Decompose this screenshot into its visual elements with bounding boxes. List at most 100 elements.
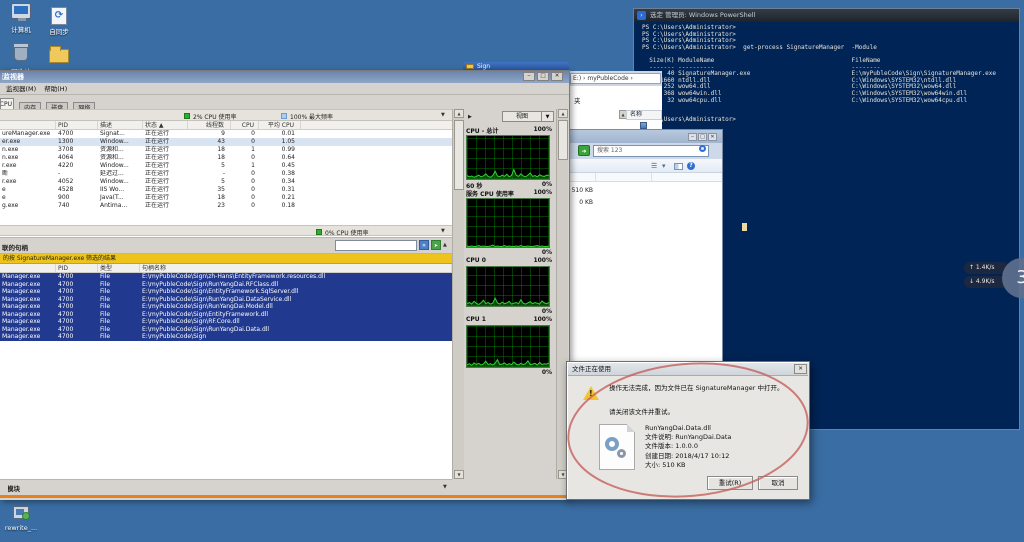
menu-help[interactable]: 帮助(H) <box>44 85 67 93</box>
table-row[interactable]: Manager.exe4700FileE:\myPubleCode\Sign\R… <box>0 296 452 304</box>
column-type[interactable]: 类型 <box>98 264 140 272</box>
search-magnifier-icon[interactable] <box>699 145 706 152</box>
column-description[interactable]: 描述 <box>98 121 143 129</box>
gear-icon <box>617 449 626 458</box>
table-row[interactable]: Manager.exe4700FileE:\myPubleCode\Sign <box>0 333 452 341</box>
modules-section-bar[interactable]: 关联的模块 ▼ <box>0 479 452 494</box>
column-status[interactable]: 状态 ▲ <box>143 121 188 129</box>
table-cell: 0 <box>231 194 259 202</box>
folder-icon <box>49 49 69 63</box>
name-column-header[interactable]: 名称 <box>626 110 662 120</box>
table-row[interactable]: Manager.exe4700FileE:\myPubleCode\Sign\R… <box>0 303 452 311</box>
services-section-bar[interactable]: 0% CPU 使用率 ▼ <box>0 225 452 236</box>
views-dropdown-icon[interactable]: ▼ <box>542 111 554 122</box>
process-section-bar[interactable]: 2% CPU 使用率 100% 最大频率 ▼ <box>0 109 452 121</box>
minimize-button[interactable]: ‒ <box>688 133 697 141</box>
table-row[interactable]: e4528IIS Wo...正在运行3500.31 <box>0 186 452 194</box>
table-row[interactable]: g.exe740Antima...正在运行2300.18 <box>0 202 452 210</box>
column-pid[interactable]: PID <box>56 264 98 272</box>
list-column-header[interactable] <box>559 173 722 182</box>
file-size-value: 510 KB <box>567 187 593 194</box>
file-in-use-dialog[interactable]: 文件正在使用 ✕ 操作无法完成，因为文件已在 SignatureManager … <box>566 361 810 500</box>
column-image[interactable] <box>0 264 56 272</box>
column-threads[interactable]: 线程数 <box>188 121 231 129</box>
go-button[interactable]: ➜ <box>578 145 590 156</box>
table-row[interactable]: ureManager.exe4700Signat...正在运行900.01 <box>0 130 452 138</box>
column-pid[interactable]: PID <box>56 121 98 129</box>
change-view-icon[interactable]: ☰ <box>651 162 657 170</box>
maximize-button[interactable]: □ <box>698 133 707 141</box>
desktop-icon-sync[interactable]: ⟳ 自同步 <box>40 3 78 36</box>
table-row[interactable]: Manager.exe4700FileE:\myPubleCode\Sign\R… <box>0 318 452 326</box>
table-row[interactable]: Manager.exe4700FileE:\myPubleCode\Sign\E… <box>0 311 452 319</box>
cancel-button[interactable]: 取消 <box>758 476 798 490</box>
table-cell: 4064 <box>56 154 98 162</box>
column-image[interactable] <box>0 121 56 129</box>
table-cell: Manager.exe <box>0 303 56 311</box>
column-handle-name[interactable]: 句柄名称 <box>140 264 452 272</box>
preview-pane-icon[interactable] <box>674 163 683 170</box>
table-row[interactable]: Manager.exe4700FileE:\myPubleCode\Sign\E… <box>0 288 452 296</box>
table-row[interactable]: Manager.exe4700FileE:\myPubleCode\Sign\z… <box>0 273 452 281</box>
table-row[interactable]: r.exe4052Window...正在运行500.34 <box>0 178 452 186</box>
resmon-titlebar[interactable]: 资源监视器 ‒ □ ✕ <box>0 71 569 83</box>
scroll-up-icon[interactable]: ▲ <box>454 109 464 118</box>
table-cell: 4700 <box>56 318 98 326</box>
table-row[interactable]: Manager.exe4700FileE:\myPubleCode\Sign\R… <box>0 281 452 289</box>
table-row[interactable]: e900Java(T...正在运行1800.21 <box>0 194 452 202</box>
download-speed: ↓ 4.9K/s <box>969 278 995 285</box>
scroll-down-icon[interactable]: ▼ <box>454 470 464 479</box>
scroll-up-icon[interactable]: ▲ <box>558 109 568 118</box>
table-cell: 4700 <box>56 311 98 319</box>
column-cpu[interactable]: CPU <box>231 121 259 129</box>
search-handles-icon[interactable]: ➤ <box>431 240 441 250</box>
views-button[interactable]: 视图 <box>502 111 542 122</box>
powershell-console-text[interactable]: PS C:\Users\Administrator> PS C:\Users\A… <box>642 25 996 124</box>
expand-icon[interactable]: ▶ <box>468 114 472 120</box>
scrollbar-thumb[interactable] <box>454 120 464 190</box>
table-row[interactable]: Manager.exe4700FileE:\myPubleCode\Sign\R… <box>0 326 452 334</box>
help-icon[interactable]: ? <box>687 162 695 170</box>
table-cell: 0.99 <box>259 146 301 154</box>
table-row[interactable]: er.exe1300Window...正在运行4301.05 <box>0 138 452 146</box>
table-row[interactable]: 断-延迟过...正在运行-00.38 <box>0 170 452 178</box>
table-cell: 0.38 <box>259 170 301 178</box>
service-cpu-graph <box>466 198 550 248</box>
desktop-icon-rewrite[interactable]: rewrite_... <box>2 504 40 532</box>
powershell-titlebar[interactable]: › 选定 管理员: Windows PowerShell <box>634 9 1019 22</box>
collapse-icon[interactable]: ▲ <box>443 242 447 248</box>
cpu-usage-legend-icon <box>316 229 322 235</box>
sign-explorer-text-fragment: 夹 <box>574 95 581 105</box>
menu-monitor[interactable]: 监视器(M) <box>6 85 36 93</box>
table-row[interactable]: n.exe3708资源和...正在运行1810.99 <box>0 146 452 154</box>
clear-search-icon[interactable]: ✕ <box>419 240 429 250</box>
column-divider <box>651 173 652 181</box>
close-icon[interactable]: ✕ <box>794 364 807 374</box>
search-input[interactable]: 搜索 123 <box>593 145 709 157</box>
maximize-button[interactable]: □ <box>537 72 549 81</box>
explorer-search-window[interactable]: ‒ □ ✕ ➜ 搜索 123 ☰ ▾ ? 510 KB 0 KB <box>558 129 723 364</box>
retry-button[interactable]: 重试(R) <box>707 476 753 490</box>
table-row[interactable]: n.exe4064资源和...正在运行1800.64 <box>0 154 452 162</box>
column-avg-cpu[interactable]: 平均 CPU <box>259 121 301 129</box>
chevron-down-icon[interactable]: ▾ <box>662 162 666 170</box>
resource-monitor-window[interactable]: 资源监视器 ‒ □ ✕ 监视器(M) 帮助(H) CPU 内存 磁盘 网络 2%… <box>0 70 570 500</box>
close-button[interactable]: ✕ <box>551 72 563 81</box>
handle-table-header[interactable]: PID 类型 句柄名称 <box>0 264 452 273</box>
scrollbar-thumb[interactable] <box>558 120 568 160</box>
handles-section-bar[interactable]: 关联的句柄 ✕ ➤ ▲ <box>0 237 452 254</box>
table-cell: 正在运行 <box>143 170 188 178</box>
tables-scrollbar[interactable]: ▲ ▼ <box>452 109 464 479</box>
address-bar[interactable]: E:) › myPubleCode › <box>570 73 661 84</box>
collapse-icon[interactable]: ▼ <box>441 228 445 234</box>
dialog-titlebar[interactable]: 文件正在使用 <box>568 363 808 376</box>
desktop-icon-computer[interactable]: 计算机 <box>2 3 40 34</box>
table-cell: File <box>98 303 140 311</box>
close-button[interactable]: ✕ <box>708 133 717 141</box>
handle-search-input[interactable] <box>335 240 417 251</box>
process-table-header[interactable]: PID 描述 状态 ▲ 线程数 CPU 平均 CPU <box>0 121 452 130</box>
table-row[interactable]: r.exe4220Window...正在运行510.45 <box>0 162 452 170</box>
minimize-button[interactable]: ‒ <box>523 72 535 81</box>
collapse-icon[interactable]: ▼ <box>441 112 445 118</box>
collapse-icon[interactable]: ▼ <box>443 484 447 490</box>
